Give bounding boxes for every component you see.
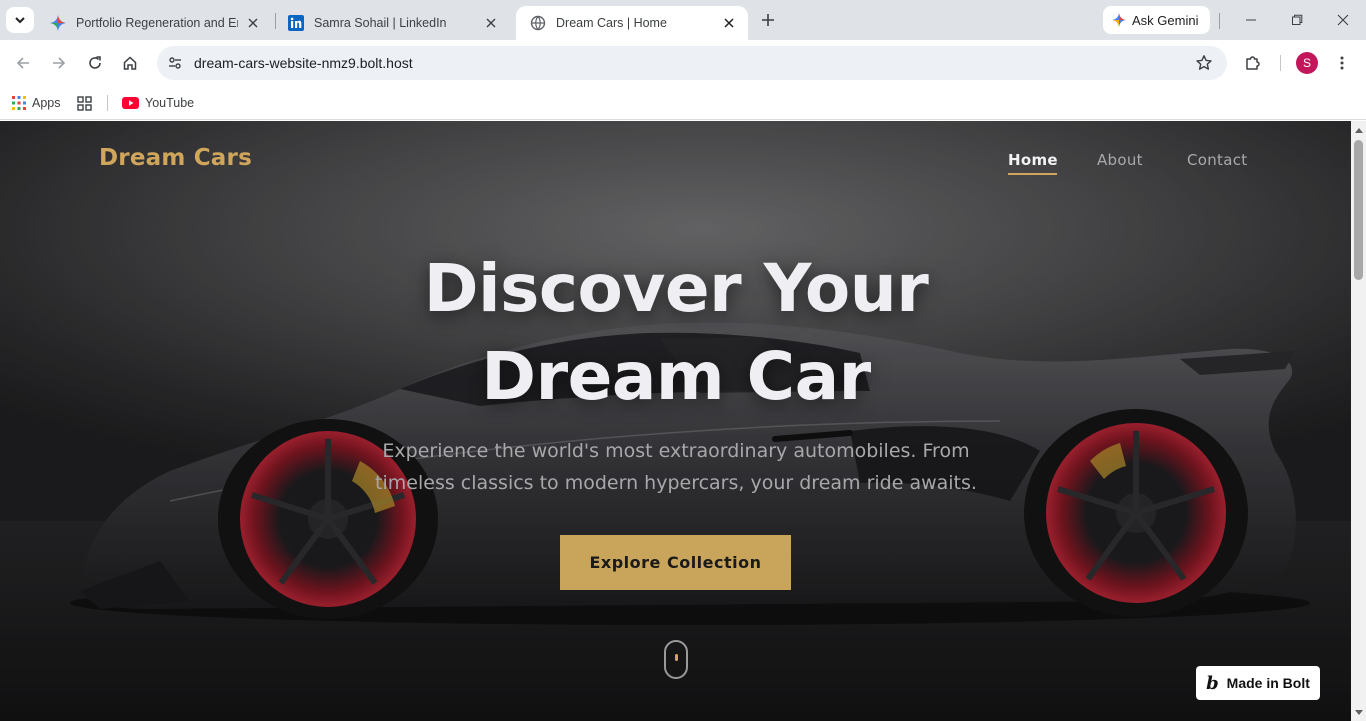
browser-toolbar: dream-cars-website-nmz9.bolt.host S [0, 40, 1366, 86]
hero-title-line: Discover Your [423, 250, 929, 327]
tab-title: Samra Sohail | LinkedIn [314, 16, 447, 30]
bookmark-label: YouTube [145, 96, 195, 110]
bookmark-apps[interactable]: Apps [12, 93, 61, 113]
explore-collection-button[interactable]: Explore Collection [560, 535, 791, 590]
chevron-down-icon [15, 17, 25, 24]
tab-divider [1219, 13, 1220, 29]
star-icon[interactable] [1195, 54, 1213, 72]
bolt-logo-icon: b [1206, 672, 1219, 694]
nav-link-home[interactable]: Home [1008, 151, 1058, 169]
arrow-left-icon [16, 57, 29, 69]
minimize-button[interactable] [1242, 11, 1260, 29]
puzzle-icon [1246, 56, 1260, 70]
home-button[interactable] [118, 51, 142, 75]
close-icon [1337, 14, 1349, 26]
scroll-up-icon[interactable] [1354, 125, 1363, 134]
toolbar-divider [1280, 55, 1281, 71]
close-icon[interactable] [244, 14, 262, 32]
tab-title: Dream Cars | Home [556, 16, 667, 30]
back-button[interactable] [11, 51, 35, 75]
nav-active-underline [1008, 173, 1057, 175]
more-vertical-icon [1340, 56, 1344, 70]
hero-title: Discover Your Dream Car [360, 245, 992, 421]
nav-link-about[interactable]: About [1097, 151, 1143, 169]
hero-overlay [0, 121, 1351, 721]
hero-title-line: Dream Car [481, 338, 871, 415]
tab-dream-cars[interactable]: Dream Cars | Home [516, 6, 748, 40]
close-window-button[interactable] [1334, 11, 1352, 29]
tab-linkedin[interactable]: Samra Sohail | LinkedIn [274, 6, 510, 40]
tab-title: Portfolio Regeneration and Enh [76, 16, 238, 30]
scroll-indicator-icon[interactable] [664, 640, 688, 679]
close-icon[interactable] [720, 14, 738, 32]
ask-gemini-button[interactable]: Ask Gemini [1103, 6, 1211, 34]
nav-link-contact[interactable]: Contact [1187, 151, 1247, 169]
page-viewport: Dream Cars Home About Contact Discover Y… [0, 121, 1351, 721]
made-in-bolt-badge[interactable]: b Made in Bolt [1196, 666, 1320, 700]
bookmark-label: Apps [32, 96, 61, 110]
site-info-icon[interactable] [165, 53, 185, 73]
reload-icon [89, 56, 101, 69]
tab-search-button[interactable] [6, 7, 34, 33]
minimize-icon [1246, 19, 1256, 21]
ask-gemini-label: Ask Gemini [1132, 12, 1199, 28]
restore-button[interactable] [1288, 11, 1306, 29]
youtube-icon [122, 97, 139, 109]
arrow-right-icon [53, 57, 66, 69]
hero-subtitle-line: Experience the world's most extraordinar… [382, 440, 970, 462]
plus-icon [762, 14, 774, 26]
apps-grid-icon [12, 96, 26, 110]
badge-label: Made in Bolt [1226, 675, 1310, 691]
hero-subtitle-line: timeless classics to modern hypercars, y… [375, 472, 977, 494]
hero-subtitle: Experience the world's most extraordinar… [370, 435, 982, 499]
site-logo[interactable]: Dream Cars [99, 145, 252, 171]
scroll-down-icon[interactable] [1354, 708, 1363, 717]
gemini-icon [1112, 13, 1126, 27]
tab-strip: Portfolio Regeneration and Enh Samra Soh… [0, 0, 1366, 40]
forward-button[interactable] [47, 51, 71, 75]
bookmark-tab-groups[interactable] [77, 93, 98, 113]
url-text: dream-cars-website-nmz9.bolt.host [194, 55, 413, 71]
home-icon [123, 56, 137, 70]
bookmark-divider [107, 95, 108, 111]
globe-icon [530, 15, 546, 31]
gemini-icon [50, 15, 66, 31]
address-bar[interactable]: dream-cars-website-nmz9.bolt.host [157, 46, 1227, 80]
tab-groups-icon [77, 95, 92, 111]
extensions-button[interactable] [1241, 51, 1265, 75]
page-scrollbar[interactable] [1351, 121, 1366, 721]
scroll-indicator-dot [675, 654, 678, 661]
scrollbar-thumb[interactable] [1354, 140, 1363, 280]
linkedin-icon [288, 15, 304, 31]
bookmarks-bar: Apps YouTube [0, 86, 1366, 120]
profile-avatar[interactable]: S [1296, 52, 1318, 74]
tab-portfolio[interactable]: Portfolio Regeneration and Enh [36, 6, 272, 40]
close-icon[interactable] [482, 14, 500, 32]
bookmark-youtube[interactable]: YouTube [122, 93, 194, 113]
menu-button[interactable] [1330, 51, 1354, 75]
restore-icon [1292, 14, 1303, 25]
reload-button[interactable] [83, 51, 107, 75]
new-tab-button[interactable] [758, 10, 778, 30]
